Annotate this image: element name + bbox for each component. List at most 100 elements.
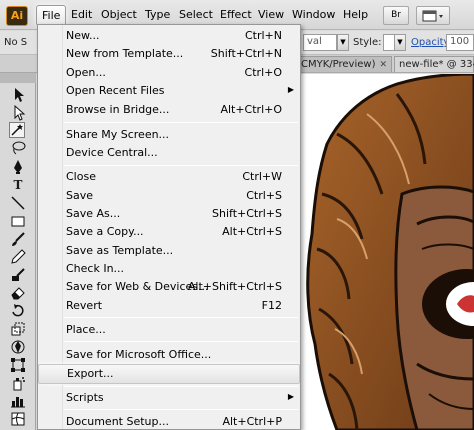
menu-separator	[64, 165, 298, 166]
menu-item-label: Device Central...	[66, 146, 158, 159]
symbol-sprayer-tool-icon[interactable]	[10, 375, 26, 391]
rotate-tool-icon[interactable]	[10, 303, 26, 319]
menu-item-shortcut: Ctrl+O	[244, 66, 282, 79]
menu-item-shortcut: Alt+Ctrl+S	[222, 225, 282, 238]
pen-tool-icon[interactable]	[10, 159, 26, 175]
menu-item-label: Save a Copy...	[66, 225, 144, 238]
menu-item-shortcut: Alt+Shift+Ctrl+S	[187, 280, 282, 293]
submenu-arrow-icon: ▶	[287, 392, 294, 401]
menu-item-device-central[interactable]: Device Central...	[38, 144, 300, 162]
menu-item-save-as[interactable]: Save As... Shift+Ctrl+S	[38, 205, 300, 223]
menu-item-open[interactable]: Open... Ctrl+O	[38, 64, 300, 82]
direct-selection-tool-icon[interactable]	[10, 104, 26, 121]
menu-separator	[64, 386, 298, 387]
menu-item-shortcut: Shift+Ctrl+N	[210, 47, 282, 60]
warp-tool-icon[interactable]	[10, 339, 26, 355]
line-segment-tool-icon[interactable]	[10, 195, 26, 211]
menu-item-new[interactable]: New... Ctrl+N	[38, 27, 300, 45]
menu-item-check-in[interactable]: Check In...	[38, 260, 300, 278]
menu-item-save-a-copy[interactable]: Save a Copy... Alt+Ctrl+S	[38, 223, 300, 241]
menu-object[interactable]: Object	[101, 8, 137, 22]
menu-separator	[64, 122, 298, 123]
menu-item-scripts[interactable]: Scripts ▶	[38, 389, 300, 407]
column-graph-tool-icon[interactable]	[10, 393, 26, 409]
menu-effect[interactable]: Effect	[220, 8, 252, 22]
menu-item-save[interactable]: Save Ctrl+S	[38, 187, 300, 205]
document-tab-2-label: new-file* @ 334.6	[399, 59, 474, 70]
tools-panel: T	[0, 73, 36, 430]
menu-item-share-my-screen[interactable]: Share My Screen...	[38, 126, 300, 144]
menu-separator	[64, 317, 298, 318]
menu-item-document-setup[interactable]: Document Setup... Alt+Ctrl+P	[38, 413, 300, 429]
menu-item-label: Export...	[67, 367, 114, 380]
file-menu-dropdown: New... Ctrl+N New from Template... Shift…	[37, 24, 301, 430]
bridge-label: Br	[391, 10, 401, 20]
lasso-tool-icon[interactable]	[10, 140, 26, 156]
bridge-button[interactable]: Br	[383, 6, 409, 25]
menu-item-shortcut: Ctrl+W	[242, 170, 282, 183]
opacity-input[interactable]: 100	[446, 34, 474, 51]
menu-item-label: Scripts	[66, 391, 104, 404]
menu-item-label: Browse in Bridge...	[66, 103, 170, 116]
scale-tool-icon[interactable]	[10, 321, 26, 337]
style-label: Style:	[353, 37, 382, 48]
menu-file[interactable]: File	[36, 5, 67, 26]
menu-item-label: Close	[66, 170, 96, 183]
menu-item-shortcut: Alt+Ctrl+O	[220, 103, 282, 116]
menu-item-label: New...	[66, 29, 100, 42]
selection-tool-icon[interactable]	[10, 87, 26, 103]
menu-item-browse-in-bridge[interactable]: Browse in Bridge... Alt+Ctrl+O	[38, 101, 300, 119]
menu-item-save-for-microsoft-office[interactable]: Save for Microsoft Office...	[38, 346, 300, 364]
menu-item-label: Document Setup...	[66, 415, 169, 428]
pencil-tool-icon[interactable]	[10, 249, 26, 265]
menu-item-shortcut: F12	[261, 299, 282, 312]
menu-item-label: Open Recent Files	[66, 84, 165, 97]
rectangle-tool-icon[interactable]	[10, 213, 26, 229]
menu-item-shortcut: Alt+Ctrl+P	[222, 415, 282, 428]
menu-item-shortcut: Ctrl+N	[244, 29, 282, 42]
menu-item-label: New from Template...	[66, 47, 184, 60]
eraser-tool-icon[interactable]	[10, 285, 26, 301]
menu-item-label: Share My Screen...	[66, 128, 170, 141]
document-tab-2[interactable]: new-file* @ 334.6	[394, 56, 474, 72]
menu-item-new-from-template[interactable]: New from Template... Shift+Ctrl+N	[38, 45, 300, 63]
close-tab-icon[interactable]: ✕	[379, 60, 387, 70]
style-dropdown-icon[interactable]: ▼	[394, 34, 406, 51]
tools-panel-header[interactable]	[0, 73, 36, 83]
mesh-tool-icon[interactable]	[10, 411, 26, 427]
magic-wand-tool-icon[interactable]	[9, 122, 25, 138]
type-tool-icon[interactable]: T	[10, 177, 26, 193]
menu-item-label: Check In...	[66, 262, 125, 275]
arrange-documents-icon	[422, 10, 443, 22]
illustrator-logo-icon[interactable]: Ai	[6, 6, 28, 26]
paintbrush-tool-icon[interactable]	[10, 231, 26, 247]
menu-item-save-for-web-and-devices[interactable]: Save for Web & Devices... Alt+Shift+Ctrl…	[38, 278, 300, 296]
menu-help[interactable]: Help	[343, 8, 368, 22]
stroke-style-dropdown-icon[interactable]: ▼	[337, 34, 349, 51]
arrange-documents-button[interactable]	[416, 6, 450, 25]
free-transform-tool-icon[interactable]	[10, 357, 26, 373]
menu-separator	[64, 409, 298, 410]
menu-select[interactable]: Select	[179, 8, 213, 22]
menu-edit[interactable]: Edit	[71, 8, 92, 22]
menu-item-open-recent-files[interactable]: Open Recent Files ▶	[38, 82, 300, 100]
menu-item-save-as-template[interactable]: Save as Template...	[38, 242, 300, 260]
menu-item-label: Open...	[66, 66, 106, 79]
menu-item-label: Save As...	[66, 207, 121, 220]
stroke-style-field[interactable]: val	[303, 34, 337, 51]
menu-view[interactable]: View	[258, 8, 284, 22]
menu-item-label: Save as Template...	[66, 244, 174, 257]
menu-item-label: Revert	[66, 299, 103, 312]
selection-status-text: No S	[4, 37, 28, 48]
menu-item-revert[interactable]: Revert F12	[38, 297, 300, 315]
menu-item-label: Save for Microsoft Office...	[66, 348, 212, 361]
blob-brush-tool-icon[interactable]	[10, 267, 26, 283]
submenu-arrow-icon: ▶	[287, 85, 294, 94]
menu-window[interactable]: Window	[292, 8, 335, 22]
document-tab-1[interactable]: CMYK/Preview) ✕	[296, 56, 392, 72]
menu-item-close[interactable]: Close Ctrl+W	[38, 168, 300, 186]
menu-type[interactable]: Type	[145, 8, 170, 22]
menu-item-place[interactable]: Place...	[38, 321, 300, 339]
stroke-style-value: val	[307, 36, 322, 47]
menu-item-export[interactable]: Export...	[38, 364, 300, 384]
